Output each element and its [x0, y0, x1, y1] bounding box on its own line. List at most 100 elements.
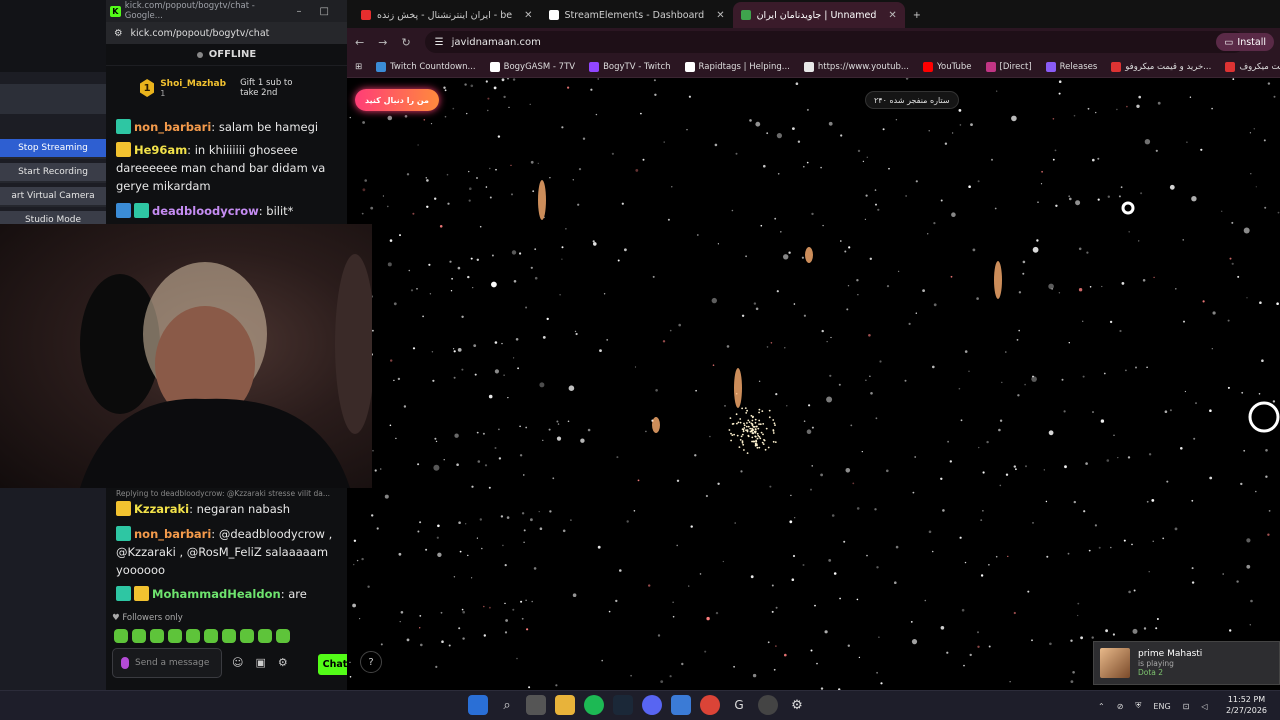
gift-sub-text[interactable]: Gift 1 sub to take 2nd — [240, 78, 313, 98]
start-recording-button[interactable]: Start Recording — [0, 163, 106, 183]
start-virtual-camera-button[interactable]: art Virtual Camera — [0, 187, 106, 207]
tab-javidnamaan[interactable]: جاویدنامان ایران | Unnamed ✕ — [732, 2, 905, 28]
tray-icon[interactable]: ⊘ — [1117, 702, 1124, 711]
chrome-icon[interactable] — [700, 695, 720, 715]
emote-icon[interactable] — [150, 629, 164, 643]
bookmark-item[interactable]: BogyGASM - 7TV — [489, 61, 575, 72]
spotify-icon[interactable] — [584, 695, 604, 715]
starfield-canvas[interactable]: من را دنبال کنید ۲۴۰ ستاره منفجر شده ? — [347, 78, 1280, 690]
chat-send-button[interactable]: Chat — [318, 654, 347, 675]
star — [1120, 186, 1123, 189]
clock[interactable]: 11:52 PM 2/27/2026 — [1226, 694, 1267, 716]
back-icon[interactable]: ← — [355, 36, 364, 49]
star — [1116, 108, 1118, 111]
discord-icon[interactable] — [642, 695, 662, 715]
tab-streamelements[interactable]: StreamElements - Dashboard ✕ — [541, 2, 733, 28]
star — [1001, 381, 1003, 384]
close-tab-icon[interactable]: ✕ — [888, 10, 896, 21]
emote-icon[interactable] — [132, 629, 146, 643]
search-icon[interactable]: ⌕ — [497, 695, 517, 715]
volume-icon[interactable]: ◁ — [1201, 702, 1207, 711]
follow-me-button[interactable]: من را دنبال کنید — [355, 89, 439, 111]
steam-icon[interactable] — [613, 695, 633, 715]
bookmark-item[interactable]: خرید و قیمت میکروف... — [1225, 61, 1280, 72]
emote-icon[interactable] — [240, 629, 254, 643]
task-view-icon[interactable] — [526, 695, 546, 715]
close-tab-icon[interactable]: ✕ — [716, 10, 724, 21]
chat-username[interactable]: MohammadHealdon — [152, 587, 281, 601]
settings-icon[interactable]: ⚙ — [787, 695, 807, 715]
emote-icon[interactable] — [114, 629, 128, 643]
forward-icon[interactable]: → — [378, 36, 387, 49]
star — [1169, 184, 1175, 190]
help-button[interactable]: ? — [360, 651, 382, 673]
chat-username[interactable]: non_barbari — [134, 120, 211, 134]
maximize-icon[interactable]: □ — [320, 6, 329, 17]
new-tab-button[interactable]: + — [905, 2, 929, 28]
star — [735, 152, 738, 155]
star — [978, 446, 980, 449]
top-gifter[interactable]: 1 Shoi_Mazhab 1 Gift 1 sub to take 2nd — [106, 66, 347, 110]
star — [1255, 490, 1257, 493]
bookmark-item[interactable]: https://www.youtub... — [803, 61, 909, 72]
omnibox[interactable]: ☰ javidnamaan.com — [424, 31, 1245, 53]
obs-icon[interactable] — [758, 695, 778, 715]
bookmark-item[interactable]: Twitch Countdown... — [376, 61, 476, 72]
chat-message: Kzzaraki: negaran nabash — [116, 500, 344, 518]
gift-icon[interactable]: ▣ — [255, 656, 265, 669]
star — [1175, 288, 1177, 290]
star — [830, 336, 832, 339]
language-indicator[interactable]: ENG — [1153, 702, 1170, 711]
app-icon[interactable]: G — [729, 695, 749, 715]
emote-picker-icon[interactable]: ☺ — [232, 656, 243, 669]
file-explorer-icon[interactable] — [555, 695, 575, 715]
bookmark-item[interactable]: [Direct] — [985, 61, 1032, 72]
star — [1155, 149, 1158, 152]
bookmark-item[interactable]: Rapidtags | Helping... — [684, 61, 790, 72]
kick-url-bar[interactable]: ⚙ kick.com/popout/bogytv/chat — [106, 22, 347, 44]
bookmark-item[interactable]: BogyTV - Twitch — [589, 61, 671, 72]
bookmark-item[interactable]: خرید و قیمت میکروفو... — [1111, 61, 1211, 72]
tray-chevron-icon[interactable]: ⌃ — [1098, 702, 1105, 711]
bookmark-item[interactable]: YouTube — [922, 61, 972, 72]
close-tab-icon[interactable]: ✕ — [524, 10, 532, 21]
stop-streaming-button[interactable]: Stop Streaming — [0, 139, 106, 159]
star — [1132, 628, 1138, 634]
chat-input[interactable]: Send a message — [112, 648, 222, 678]
emote-icon[interactable] — [222, 629, 236, 643]
star — [911, 639, 918, 645]
star — [676, 544, 678, 547]
star — [1144, 139, 1151, 145]
chat-username[interactable]: deadbloodycrow — [152, 204, 259, 218]
emote-icon[interactable] — [168, 629, 182, 643]
emote-icon[interactable] — [276, 629, 290, 643]
tab-iran-international[interactable]: ایران اینترنشنال - پخش زنده - be ✕ — [353, 2, 541, 28]
chat-username[interactable]: He96am — [134, 143, 187, 157]
apps-grid-icon[interactable]: ⊞ — [355, 62, 362, 72]
star — [574, 330, 577, 333]
minimize-icon[interactable]: – — [297, 6, 302, 17]
reply-context[interactable]: Replying to deadbloodycrow: @Kzzaraki st… — [116, 489, 330, 498]
cluster-star — [757, 427, 760, 430]
star — [940, 199, 943, 202]
emote-icon[interactable] — [258, 629, 272, 643]
bookmark-item[interactable]: Releases — [1045, 61, 1097, 72]
cluster-star — [754, 421, 757, 424]
game-notification[interactable]: prime Mahasti is playing Dota 2 — [1093, 641, 1280, 685]
reload-icon[interactable]: ↻ — [401, 36, 410, 49]
start-icon[interactable] — [468, 695, 488, 715]
chat-username[interactable]: Kzzaraki — [134, 502, 189, 516]
app-icon[interactable] — [671, 695, 691, 715]
emote-icon[interactable] — [204, 629, 218, 643]
network-icon[interactable]: ⊡ — [1183, 702, 1190, 711]
chat-username[interactable]: non_barbari — [134, 527, 211, 541]
emote-icon[interactable] — [186, 629, 200, 643]
install-button[interactable]: ▭ Install — [1216, 33, 1274, 51]
taskbar: ⌕ G ⚙ ⌃ ⊘ ⛨ ENG ⊡ ◁ 11:52 PM 2/27/2026 — [0, 690, 1280, 720]
mic-icon[interactable] — [121, 657, 129, 669]
site-info-icon[interactable]: ⚙ — [114, 28, 123, 39]
bookmark-icon — [1225, 61, 1236, 72]
site-info-icon[interactable]: ☰ — [435, 37, 444, 48]
settings-icon[interactable]: ⚙ — [278, 656, 288, 669]
tray-icon[interactable]: ⛨ — [1135, 701, 1141, 711]
